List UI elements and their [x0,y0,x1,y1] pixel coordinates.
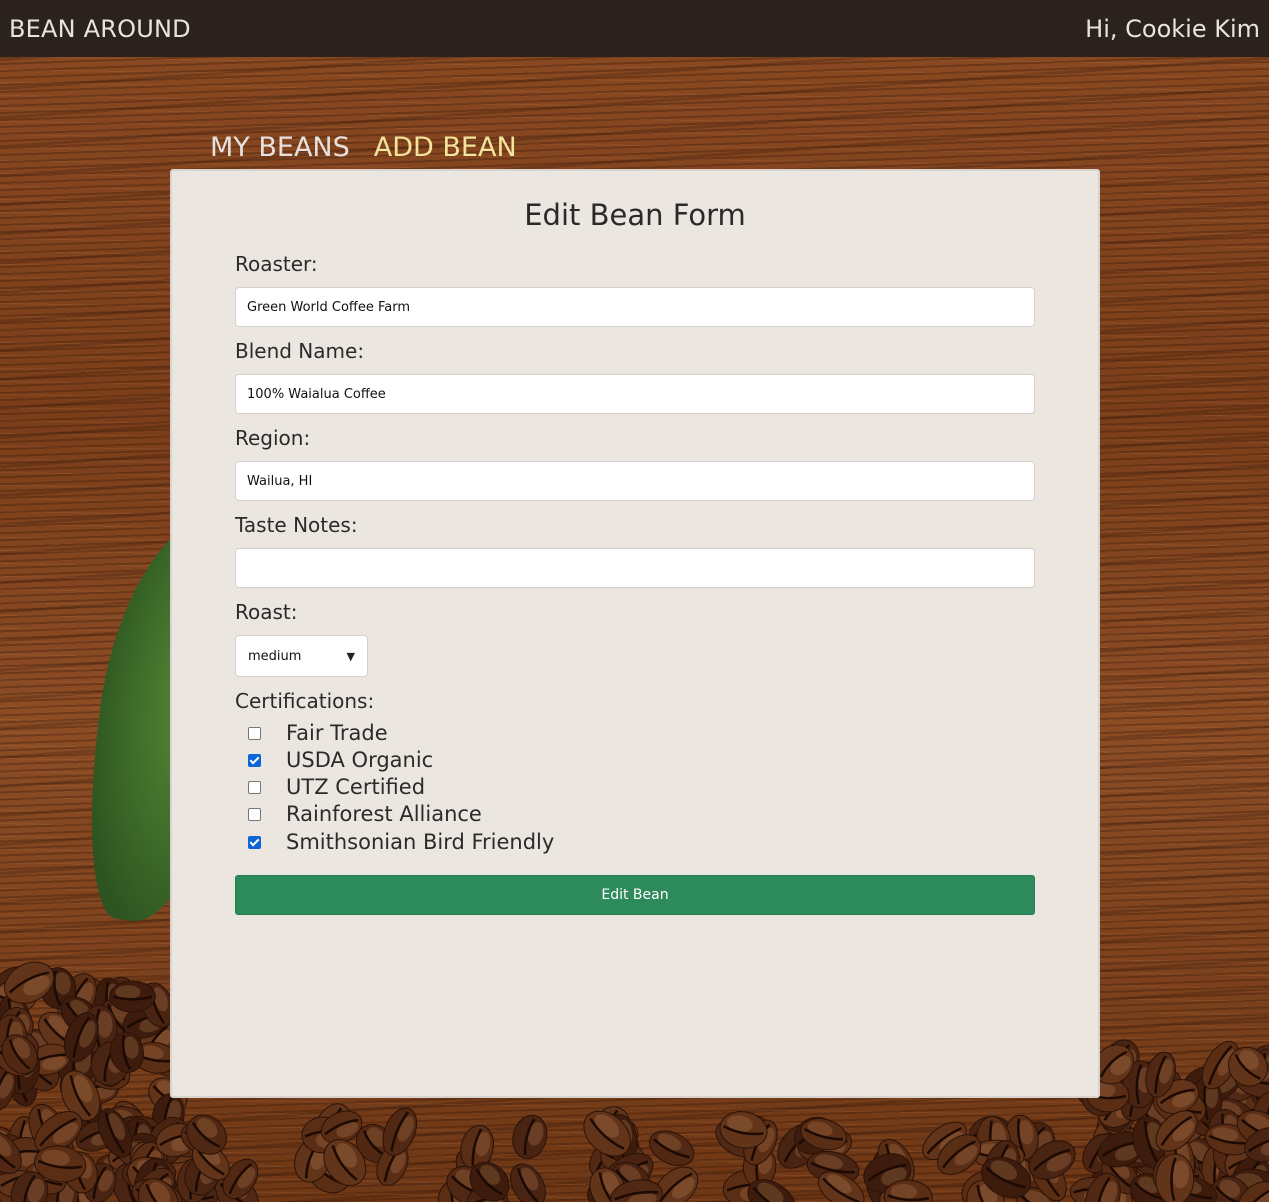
brand-logo-text[interactable]: BEAN AROUND [9,15,191,43]
nav-tabs: MY BEANS ADD BEAN [210,132,517,163]
certifications-label: Certifications: [235,689,375,713]
cert-label: Rainforest Alliance [286,802,482,826]
checkbox-rainforest-alliance[interactable] [248,807,261,821]
blend-name-label: Blend Name: [235,339,365,363]
form-title: Edit Bean Form [524,198,746,232]
taste-notes-label: Taste Notes: [235,513,358,537]
cert-label: Fair Trade [286,721,388,745]
tab-add-bean[interactable]: ADD BEAN [374,132,517,163]
blend-name-input[interactable]: 100% Waialua Coffee [235,374,1035,414]
tab-my-beans[interactable]: MY BEANS [210,132,350,163]
user-greeting: Hi, Cookie Kim [1085,14,1260,43]
cert-fair-trade[interactable]: Fair Trade [248,720,388,746]
cert-label: UTZ Certified [286,775,426,799]
chevron-down-icon: ▼ [346,649,355,663]
edit-bean-button[interactable]: Edit Bean [235,875,1035,915]
roaster-input[interactable]: Green World Coffee Farm [235,287,1035,327]
cert-rainforest-alliance[interactable]: Rainforest Alliance [248,801,482,827]
top-navbar: BEAN AROUND Hi, Cookie Kim [0,0,1269,57]
checkbox-fair-trade[interactable] [248,726,261,740]
taste-notes-input[interactable] [235,548,1035,588]
roast-select[interactable]: medium ▼ [235,635,368,677]
roast-select-value: medium [248,648,302,664]
region-label: Region: [235,426,311,450]
region-input[interactable]: Wailua, HI [235,461,1035,501]
cert-smithsonian-bird-friendly[interactable]: Smithsonian Bird Friendly [248,829,554,855]
checkbox-smithsonian-bird-friendly[interactable] [248,835,261,849]
checkbox-usda-organic[interactable] [248,753,261,767]
checkbox-utz-certified[interactable] [248,780,261,794]
edit-bean-form-panel: Edit Bean Form Roaster: Green World Coff… [170,169,1100,1098]
cert-label: Smithsonian Bird Friendly [286,830,555,854]
cert-label: USDA Organic [286,748,434,772]
cert-usda-organic[interactable]: USDA Organic [248,747,433,773]
roaster-label: Roaster: [235,252,318,276]
cert-utz-certified[interactable]: UTZ Certified [248,774,425,800]
roast-label: Roast: [235,600,298,624]
